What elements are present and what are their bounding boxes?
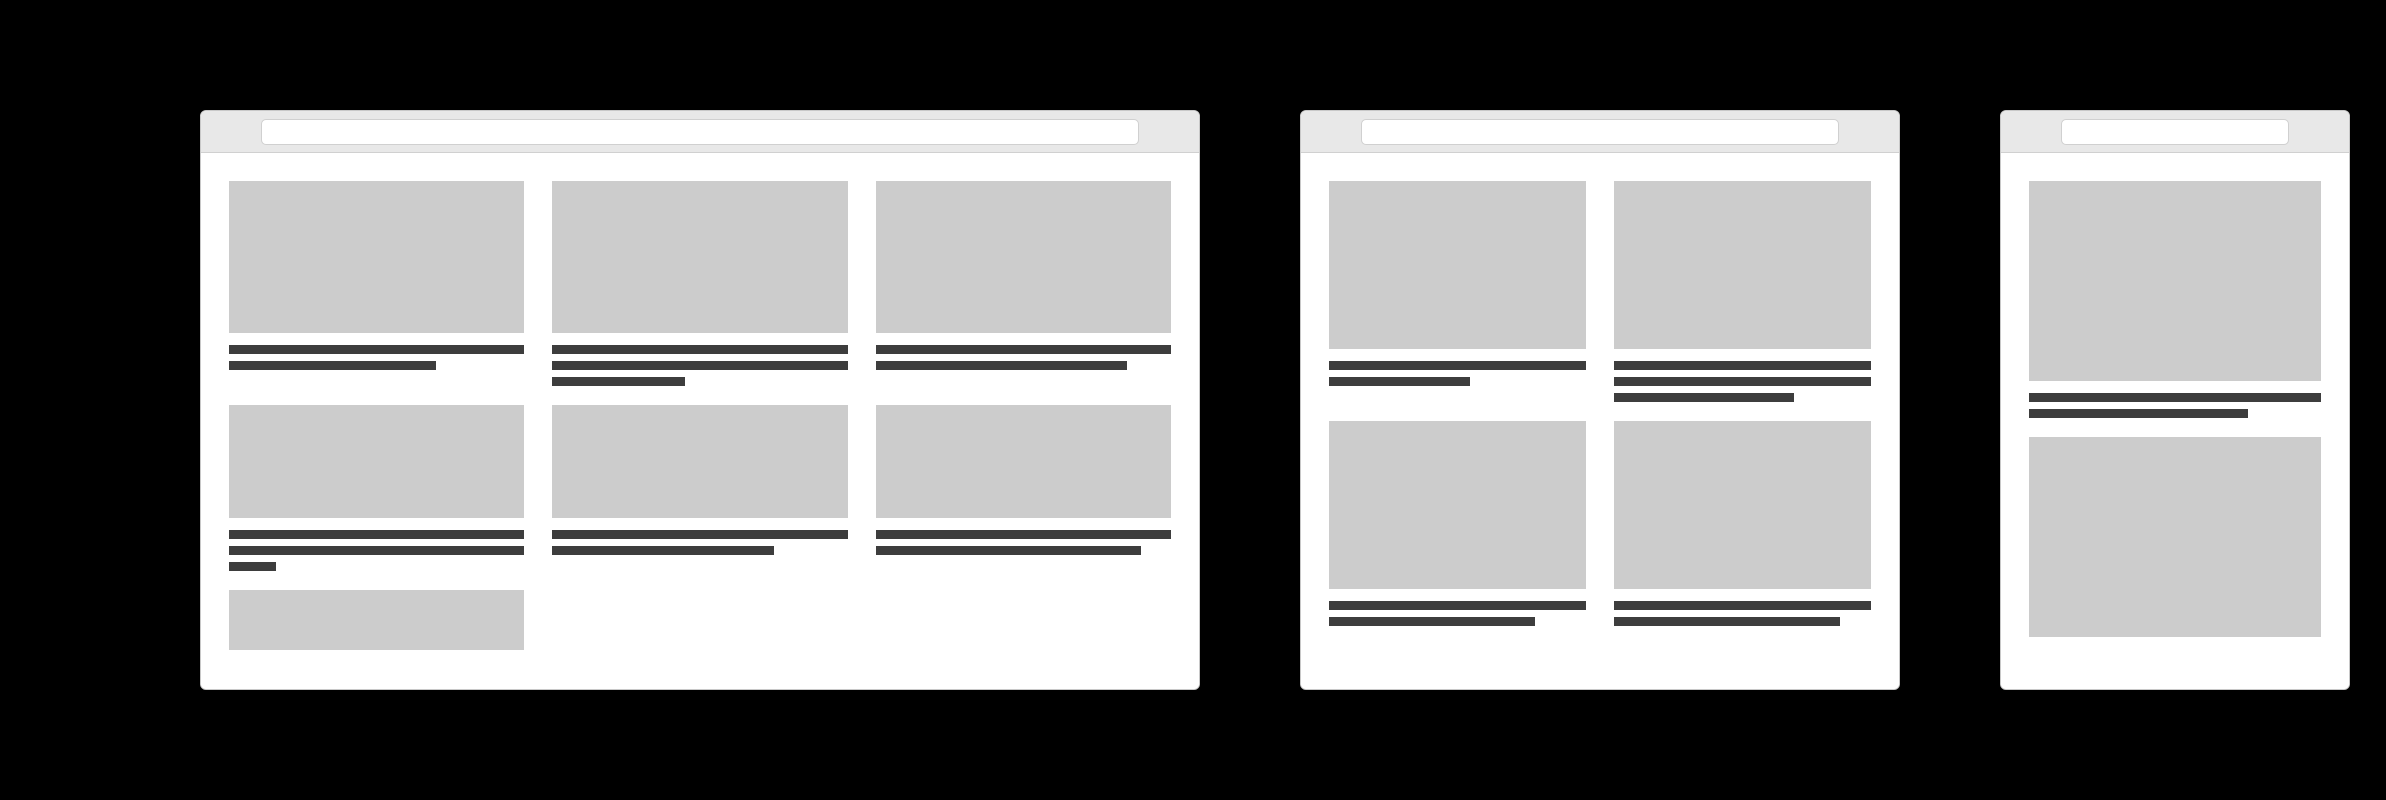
content-card[interactable]: [876, 405, 1171, 571]
address-bar[interactable]: [2061, 119, 2289, 145]
content-card[interactable]: [2029, 437, 2321, 637]
text-line: [1614, 601, 1871, 610]
card-row: [1329, 181, 1871, 402]
text-line: [1329, 601, 1586, 610]
content-card[interactable]: [552, 405, 847, 571]
text-line: [1614, 617, 1840, 626]
browser-frame-mobile: [2000, 110, 2350, 690]
text-line: [876, 530, 1171, 539]
browser-frame-desktop: [200, 110, 1200, 690]
viewport-mobile: [2001, 153, 2349, 689]
card-row: [229, 405, 1171, 571]
card-thumbnail: [2029, 437, 2321, 637]
browser-toolbar: [2001, 111, 2349, 153]
card-text-placeholder: [552, 345, 847, 386]
card-text-placeholder: [1329, 361, 1586, 386]
text-line: [1614, 377, 1871, 386]
text-line: [876, 546, 1142, 555]
card-row: [2029, 181, 2321, 418]
content-card[interactable]: [876, 181, 1171, 386]
browser-frame-tablet: [1300, 110, 1900, 690]
card-text-placeholder: [1614, 361, 1871, 402]
content-card[interactable]: [2029, 181, 2321, 418]
card-text-placeholder: [229, 530, 524, 571]
text-line: [552, 377, 685, 386]
browser-toolbar: [1301, 111, 1899, 153]
text-line: [229, 546, 524, 555]
text-line: [876, 345, 1171, 354]
viewport-tablet: [1301, 153, 1899, 689]
card-thumbnail: [1329, 421, 1586, 589]
card-thumbnail: [229, 590, 524, 650]
card-text-placeholder: [876, 345, 1171, 370]
text-line: [552, 345, 847, 354]
text-line: [552, 530, 847, 539]
card-thumbnail: [552, 181, 847, 333]
card-text-placeholder: [1329, 601, 1586, 626]
text-line: [229, 345, 524, 354]
content-card[interactable]: [1614, 421, 1871, 626]
text-line: [1329, 377, 1470, 386]
address-bar[interactable]: [1361, 119, 1839, 145]
card-thumbnail: [229, 405, 524, 518]
content-card[interactable]: [229, 405, 524, 571]
card-thumbnail: [552, 405, 847, 518]
card-row: [1329, 421, 1871, 626]
content-card: [552, 590, 847, 650]
card-text-placeholder: [552, 530, 847, 555]
browser-toolbar: [201, 111, 1199, 153]
text-line: [1329, 361, 1586, 370]
card-thumbnail: [1614, 421, 1871, 589]
text-line: [2029, 393, 2321, 402]
card-thumbnail: [1614, 181, 1871, 349]
card-text-placeholder: [1614, 601, 1871, 626]
card-thumbnail: [876, 181, 1171, 333]
content-card[interactable]: [229, 181, 524, 386]
viewport-desktop: [201, 153, 1199, 689]
card-grid: [229, 181, 1171, 650]
content-card[interactable]: [1614, 181, 1871, 402]
content-card[interactable]: [552, 181, 847, 386]
text-line: [552, 546, 773, 555]
card-row: [2029, 437, 2321, 637]
card-thumbnail: [2029, 181, 2321, 381]
text-line: [229, 562, 276, 571]
content-card[interactable]: [229, 590, 524, 650]
card-text-placeholder: [229, 345, 524, 370]
card-row: [229, 181, 1171, 386]
text-line: [1614, 361, 1871, 370]
card-thumbnail: [1329, 181, 1586, 349]
text-line: [1329, 617, 1535, 626]
text-line: [876, 361, 1127, 370]
card-thumbnail: [876, 405, 1171, 518]
text-line: [229, 361, 436, 370]
text-line: [2029, 409, 2248, 418]
text-line: [1614, 393, 1794, 402]
content-card: [876, 590, 1171, 650]
text-line: [229, 530, 524, 539]
card-text-placeholder: [876, 530, 1171, 555]
text-line: [552, 361, 847, 370]
card-row: [229, 590, 1171, 650]
card-text-placeholder: [2029, 393, 2321, 418]
content-card[interactable]: [1329, 181, 1586, 402]
address-bar[interactable]: [261, 119, 1139, 145]
content-card[interactable]: [1329, 421, 1586, 626]
card-grid: [1329, 181, 1871, 626]
card-grid: [2029, 181, 2321, 637]
card-thumbnail: [229, 181, 524, 333]
